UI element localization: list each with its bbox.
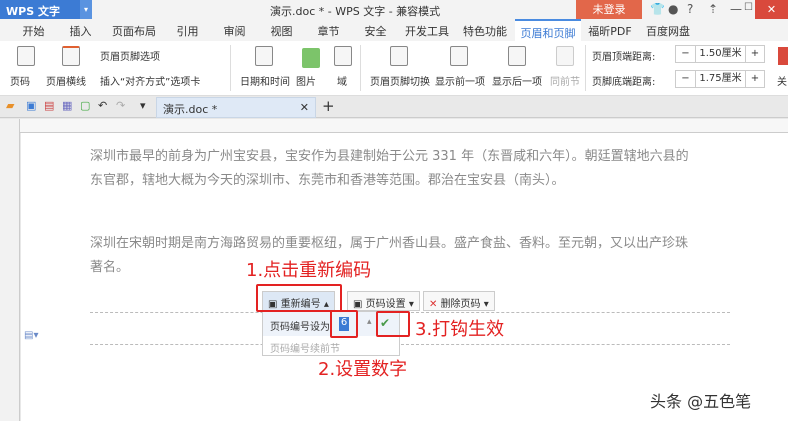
page-settings-icon: ▣ [353, 299, 366, 310]
chevron-down-icon[interactable]: ▾ [80, 0, 92, 19]
annotation-step-2: 2.设置数字 [318, 359, 408, 380]
app-name: WPS 文字 [6, 5, 60, 18]
divider [585, 45, 586, 91]
paragraph-1[interactable]: 深圳市最早的前身为广州宝安县，宝安作为县建制始于公元 331 年（东晋咸和六年）… [90, 145, 690, 193]
page-number-icon [17, 46, 35, 66]
increase-button[interactable]: + [746, 71, 764, 87]
undo-icon[interactable]: ↶ [98, 99, 107, 112]
picture-button[interactable]: 图片 [296, 73, 316, 88]
open-icon[interactable]: ▰ [6, 99, 14, 112]
highlight-box [376, 311, 410, 337]
skin-icon[interactable]: 👕 [650, 2, 665, 16]
same-prev-icon [556, 46, 574, 66]
window-title: 演示.doc * - WPS 文字 - 兼容模式 [270, 5, 441, 18]
ribbon-tabs: 开始 插入 页面布局 引用 审阅 视图 章节 安全 开发工具 特色功能 页眉和页… [0, 19, 788, 41]
tab-insert[interactable]: 插入 [57, 19, 104, 41]
new-tab-icon[interactable]: + [322, 97, 335, 115]
datetime-button[interactable]: 日期和时间 [240, 73, 290, 88]
save-icon[interactable]: ▣ [26, 99, 36, 112]
page-settings-button[interactable]: ▣ 页码设置 ▾ [347, 291, 420, 311]
highlight-box [256, 284, 342, 312]
restore-ribbon-icon[interactable]: ⇡ [708, 2, 718, 16]
minimize-button[interactable]: — [730, 2, 742, 16]
tab-header-footer[interactable]: 页眉和页脚 [515, 19, 581, 41]
redo-icon[interactable]: ↷ [116, 99, 125, 112]
picture-icon [302, 48, 320, 68]
tab-baidu-disk[interactable]: 百度网盘 [639, 19, 697, 41]
tab-chapter[interactable]: 章节 [305, 19, 352, 41]
footer-bottom-label: 页脚底端距离: [592, 77, 656, 88]
tab-developer[interactable]: 开发工具 [399, 19, 455, 41]
tab-review[interactable]: 审阅 [211, 19, 258, 41]
divider [230, 45, 231, 91]
decrease-button[interactable]: − [676, 71, 696, 87]
hf-switch-icon [390, 46, 408, 66]
message-icon[interactable]: ● [668, 2, 678, 16]
show-next-button[interactable]: 显示后一项 [492, 73, 542, 88]
hf-switch-button[interactable]: 页眉页脚切换 [370, 73, 430, 88]
header-line-button[interactable]: 页眉横线 [46, 73, 86, 88]
header-line-icon [62, 46, 80, 66]
watermark: 头条 @五色笔 [650, 392, 752, 411]
header-top-value[interactable]: 1.50厘米 [696, 46, 746, 62]
hf-options-button[interactable]: 页眉页脚选项 [100, 48, 160, 63]
delete-icon: ✕ [429, 299, 441, 310]
set-number-label: 页码编号设为 [270, 322, 330, 333]
tab-features[interactable]: 特色功能 [455, 19, 515, 41]
insert-align-tab-button[interactable]: 插入“对齐方式”选项卡 [100, 73, 200, 88]
close-tab-icon[interactable]: ✕ [300, 101, 309, 114]
same-prev-button: 同前节 [550, 77, 580, 88]
document-tab-label: 演示.doc * [163, 103, 218, 116]
field-icon [334, 46, 352, 66]
footer-boundary [90, 344, 730, 345]
footer-bottom-stepper[interactable]: −1.75厘米 + [675, 70, 765, 88]
decrease-button[interactable]: − [676, 46, 696, 62]
document-tab[interactable]: 演示.doc * ✕ [156, 97, 316, 118]
page-number-button[interactable]: 页码 [10, 73, 30, 88]
maximize-button[interactable]: ☐ [744, 2, 753, 13]
app-menu-button[interactable]: WPS 文字 ▾ [0, 0, 92, 19]
annotation-step-1: 1.点击重新编码 [246, 260, 372, 281]
show-prev-icon [450, 46, 468, 66]
divider [360, 45, 361, 91]
vertical-ruler[interactable] [0, 119, 20, 421]
spinner-icon[interactable]: ▴ [367, 317, 372, 327]
tab-reference[interactable]: 引用 [164, 19, 211, 41]
quick-access-bar: ▰ ▣ ▤ ▦ ▢ ↶ ↷ ▾ [0, 96, 788, 118]
field-button[interactable]: 域 [337, 73, 347, 88]
tab-layout[interactable]: 页面布局 [104, 19, 164, 41]
tab-start[interactable]: 开始 [10, 19, 57, 41]
print-icon[interactable]: ▦ [62, 99, 72, 112]
close-button[interactable]: ✕ [755, 0, 788, 19]
calendar-icon [255, 46, 273, 66]
show-prev-button[interactable]: 显示前一项 [435, 73, 485, 88]
footer-icon[interactable]: ▤▾ [24, 330, 38, 341]
footer-boundary [90, 312, 730, 313]
tab-security[interactable]: 安全 [352, 19, 399, 41]
footer-bottom-value[interactable]: 1.75厘米 [696, 71, 746, 87]
login-button[interactable]: 未登录 [576, 0, 642, 19]
print-preview-icon[interactable]: ▢ [80, 99, 90, 112]
close-hf-icon[interactable] [778, 47, 788, 65]
tab-foxit-pdf[interactable]: 福昕PDF [581, 19, 639, 41]
header-top-stepper[interactable]: −1.50厘米 + [675, 45, 765, 63]
highlight-box [330, 310, 358, 338]
ribbon: 页码 页眉横线 页眉页脚选项 插入“对齐方式”选项卡 日期和时间 图片 域 页眉… [0, 41, 788, 96]
annotation-step-3: 3.打钩生效 [415, 319, 505, 340]
show-next-icon [508, 46, 526, 66]
delete-page-num-button[interactable]: ✕ 删除页码 ▾ [423, 291, 495, 311]
help-button[interactable]: ? [687, 2, 693, 16]
continue-prev-option[interactable]: 页码编号续前节 [270, 340, 340, 355]
paragraph-2[interactable]: 深圳在宋朝时期是南方海路贸易的重要枢纽，属于广州香山县。盛产食盐、香料。至元朝，… [90, 232, 690, 280]
header-top-label: 页眉顶端距离: [592, 52, 656, 63]
increase-button[interactable]: + [746, 46, 764, 62]
horizontal-ruler[interactable] [20, 119, 788, 133]
close-hf-button[interactable]: 关 [777, 73, 787, 88]
tab-view[interactable]: 视图 [258, 19, 305, 41]
export-pdf-icon[interactable]: ▤ [44, 99, 54, 112]
chevron-down-icon[interactable]: ▾ [140, 99, 146, 112]
